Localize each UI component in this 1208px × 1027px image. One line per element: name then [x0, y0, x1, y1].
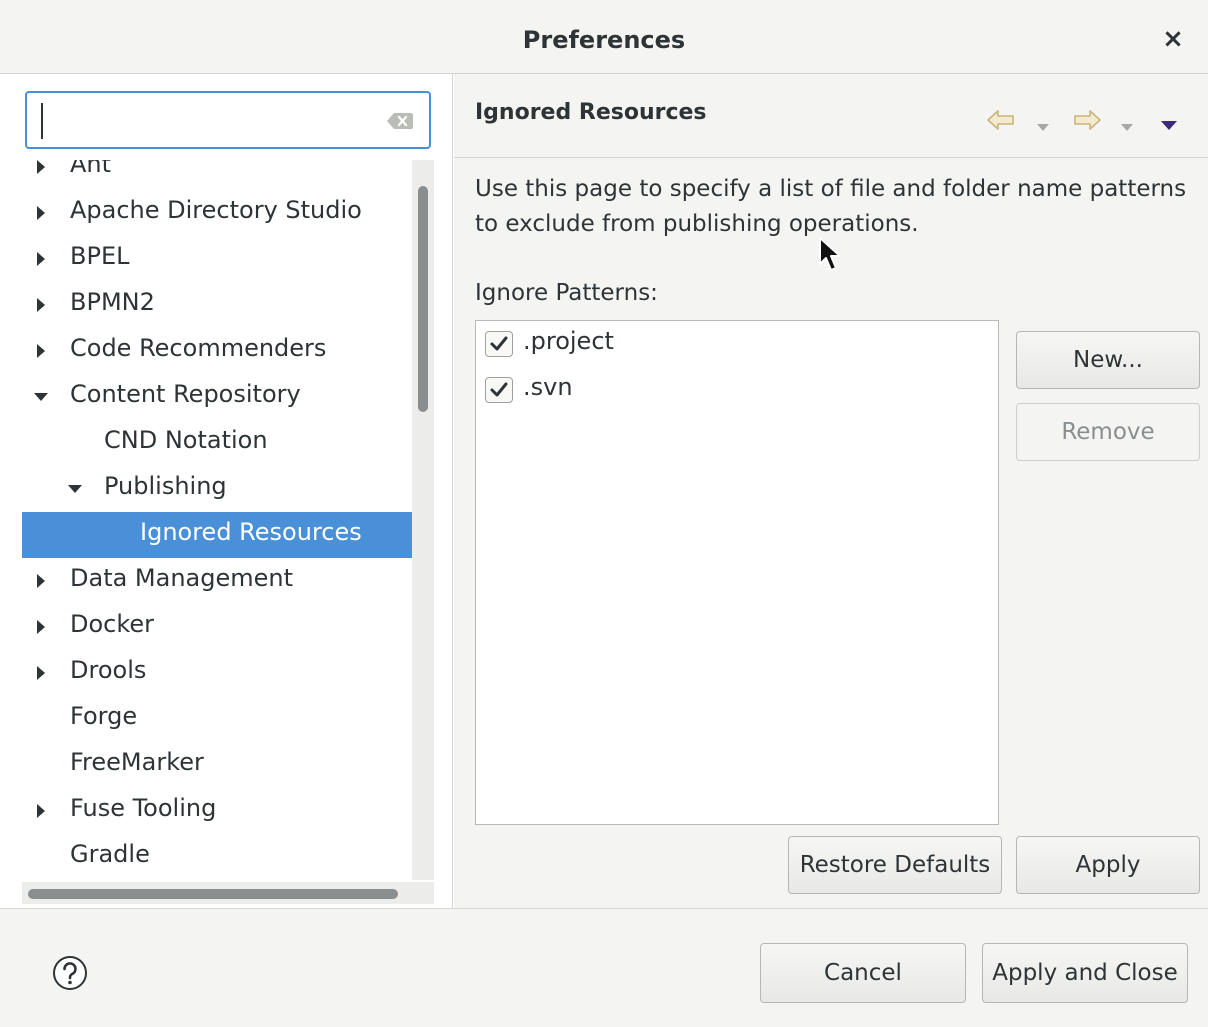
tree-item[interactable]: FreeMarker — [22, 742, 412, 788]
ignore-patterns-label: Ignore Patterns: — [475, 280, 658, 306]
expanded-arrow-icon[interactable] — [32, 387, 50, 407]
checkmark-icon — [490, 382, 508, 397]
pattern-checkbox[interactable] — [485, 331, 513, 357]
tree-item[interactable]: Data Management — [22, 558, 412, 604]
tree-item-label: Ignored Resources — [140, 518, 362, 546]
vertical-scroll-thumb[interactable] — [418, 186, 428, 412]
horizontal-scroll-thumb[interactable] — [28, 889, 398, 899]
dialog-footer: Cancel Apply and Close — [0, 908, 1208, 1027]
tree-item-label: Content Repository — [70, 380, 301, 408]
tree-item[interactable]: BPEL — [22, 236, 412, 282]
filter-input[interactable] — [37, 101, 377, 139]
help-icon[interactable] — [52, 955, 88, 991]
tree-item[interactable]: Publishing — [22, 466, 412, 512]
tree-item-label: Forge — [70, 702, 138, 730]
collapsed-arrow-icon[interactable] — [32, 203, 50, 223]
tree-item[interactable]: BPMN2 — [22, 282, 412, 328]
pattern-label: .svn — [523, 373, 573, 401]
page-description: Use this page to specify a list of file … — [475, 176, 1187, 237]
collapsed-arrow-icon[interactable] — [32, 663, 50, 683]
tree-item[interactable]: Ant — [22, 160, 412, 190]
tree-item[interactable]: Drools — [22, 650, 412, 696]
collapsed-arrow-icon[interactable] — [32, 341, 50, 361]
pattern-checkbox[interactable] — [485, 377, 513, 403]
tree-item-label: Ant — [70, 160, 112, 178]
page-title: Ignored Resources — [475, 100, 707, 125]
restore-defaults-button[interactable]: Restore Defaults — [788, 836, 1002, 894]
tree-item-label: Fuse Tooling — [70, 794, 217, 822]
apply-button[interactable]: Apply — [1016, 836, 1200, 894]
collapsed-arrow-icon[interactable] — [32, 249, 50, 269]
collapsed-arrow-icon[interactable] — [32, 801, 50, 821]
tree-list: Ant Apache Directory Studio BPEL BPMN2 Code … — [22, 160, 412, 880]
ignore-patterns-list[interactable]: .project .svn — [475, 320, 999, 825]
preference-page: Ignored Resources Use this page to speci… — [454, 74, 1208, 908]
tree-item[interactable]: Code Recommenders — [22, 328, 412, 374]
expanded-arrow-icon[interactable] — [66, 479, 84, 499]
back-arrow-icon[interactable] — [986, 108, 1016, 132]
close-icon[interactable]: × — [1158, 24, 1188, 54]
collapsed-arrow-icon[interactable] — [32, 160, 50, 177]
tree-item[interactable]: Docker — [22, 604, 412, 650]
window-title: Preferences — [522, 26, 686, 54]
apply-and-close-button[interactable]: Apply and Close — [982, 943, 1188, 1003]
pattern-item[interactable]: .project — [476, 321, 998, 367]
tree-item[interactable]: Forge — [22, 696, 412, 742]
pattern-item[interactable]: .svn — [476, 367, 998, 413]
preference-tree: Ant Apache Directory Studio BPEL BPMN2 Code … — [22, 160, 412, 880]
tree-item-label: Apache Directory Studio — [70, 196, 362, 224]
remove-pattern-button[interactable]: Remove — [1016, 403, 1200, 461]
tree-item-label: Drools — [70, 656, 147, 684]
new-pattern-button[interactable]: New... — [1016, 331, 1200, 389]
tree-item[interactable]: CND Notation — [22, 420, 412, 466]
tree-item[interactable]: Content Repository — [22, 374, 412, 420]
back-dropdown-icon[interactable] — [1036, 116, 1050, 140]
tree-item[interactable]: Ignored Resources — [22, 512, 412, 558]
tree-item-label: Code Recommenders — [70, 334, 327, 362]
collapsed-arrow-icon[interactable] — [32, 571, 50, 591]
forward-dropdown-icon[interactable] — [1120, 116, 1134, 140]
forward-arrow-icon[interactable] — [1072, 108, 1102, 132]
filter-field[interactable] — [25, 91, 431, 149]
tree-item-label: CND Notation — [104, 426, 268, 454]
collapsed-arrow-icon[interactable] — [32, 617, 50, 637]
tree-item-label: Data Management — [70, 564, 294, 592]
tree-item-label: Gradle — [70, 840, 150, 868]
clear-text-icon[interactable] — [387, 112, 413, 130]
tree-item[interactable]: Gradle — [22, 834, 412, 880]
cancel-button[interactable]: Cancel — [760, 943, 966, 1003]
tree-item[interactable]: Fuse Tooling — [22, 788, 412, 834]
title-bar: Preferences × — [0, 0, 1208, 74]
checkmark-icon — [490, 336, 508, 351]
tree-item-label: Publishing — [104, 472, 227, 500]
collapsed-arrow-icon[interactable] — [32, 295, 50, 315]
tree-item-label: BPMN2 — [70, 288, 155, 316]
tree-item-label: Docker — [70, 610, 155, 638]
tree-item-label: FreeMarker — [70, 748, 204, 776]
page-header: Ignored Resources — [454, 74, 1208, 158]
text-caret — [41, 103, 43, 139]
mouse-cursor-icon — [819, 237, 841, 271]
tree-item[interactable]: Apache Directory Studio — [22, 190, 412, 236]
view-menu-icon[interactable] — [1160, 114, 1178, 138]
pattern-label: .project — [523, 327, 614, 355]
tree-item-label: BPEL — [70, 242, 130, 270]
